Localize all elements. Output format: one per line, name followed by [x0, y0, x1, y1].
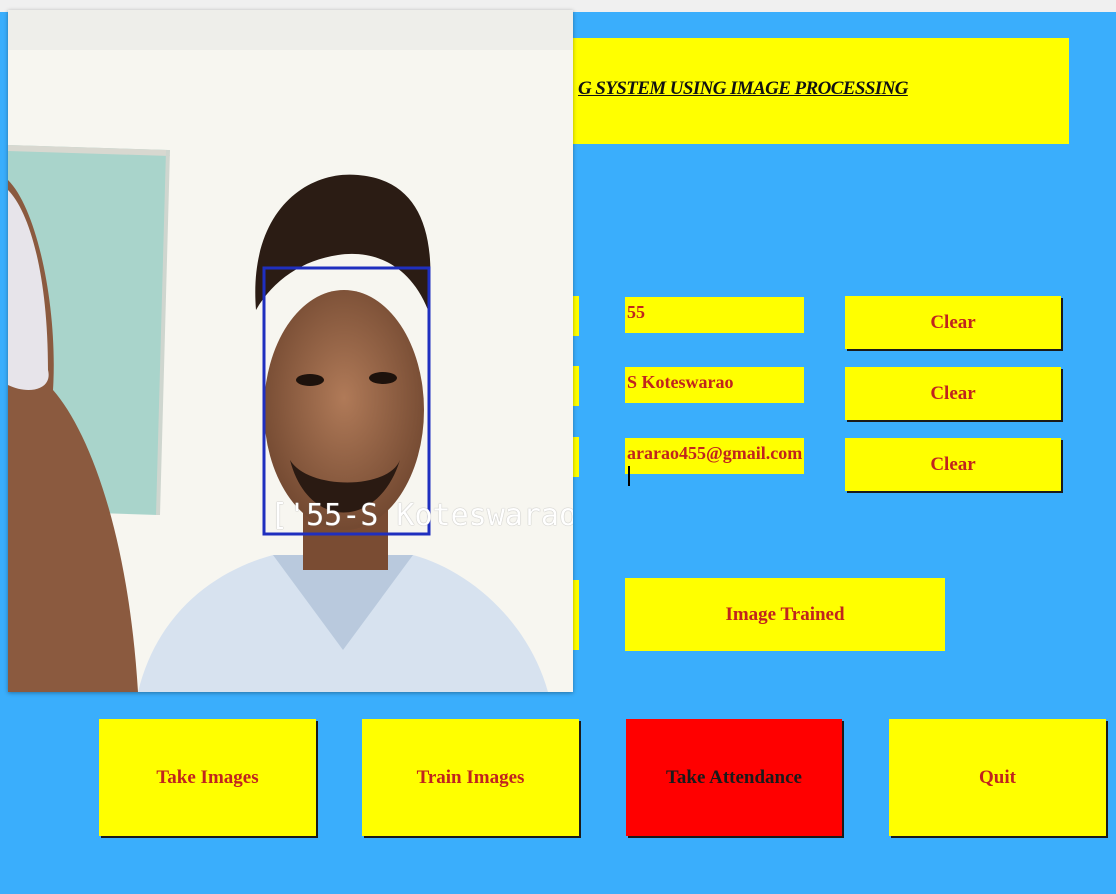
name-input[interactable]: S Koteswarao [625, 367, 804, 403]
id-input[interactable]: 55 [625, 297, 804, 333]
train-images-button[interactable]: Train Images [362, 719, 579, 836]
clear-email-label: Clear [930, 453, 976, 475]
camera-frame-image [8, 10, 573, 692]
id-input-value: 55 [627, 302, 645, 322]
train-images-label: Train Images [416, 766, 525, 788]
clear-name-button[interactable]: Clear [845, 367, 1061, 420]
notification-label-edge [573, 580, 579, 650]
page-title: G SYSTEM USING IMAGE PROCESSING [578, 78, 908, 99]
email-label-edge [573, 437, 579, 477]
email-input-value: ararao455@gmail.com [627, 443, 803, 463]
clear-id-label: Clear [930, 311, 976, 333]
id-label-edge [573, 296, 579, 336]
take-images-button[interactable]: Take Images [99, 719, 316, 836]
attendance-app-window: G SYSTEM USING IMAGE PROCESSING 55 S Kot… [0, 0, 1116, 894]
quit-label: Quit [979, 766, 1016, 788]
take-attendance-button[interactable]: Take Attendance [626, 719, 842, 836]
name-label-edge [573, 366, 579, 406]
clear-id-button[interactable]: Clear [845, 296, 1061, 349]
text-cursor [628, 465, 630, 486]
status-message-box: Image Trained [625, 578, 945, 651]
quit-button[interactable]: Quit [889, 719, 1106, 836]
camera-feed-window: ['55-S Koteswarao'] [8, 10, 573, 692]
take-images-label: Take Images [156, 766, 259, 788]
clear-email-button[interactable]: Clear [845, 438, 1061, 491]
email-input[interactable]: ararao455@gmail.com [625, 438, 804, 486]
name-input-value: S Koteswarao [627, 372, 734, 392]
recognized-face-label: ['55-S Koteswarao'] [270, 498, 573, 533]
take-attendance-label: Take Attendance [665, 766, 802, 788]
clear-name-label: Clear [930, 382, 976, 404]
status-message: Image Trained [725, 603, 845, 625]
